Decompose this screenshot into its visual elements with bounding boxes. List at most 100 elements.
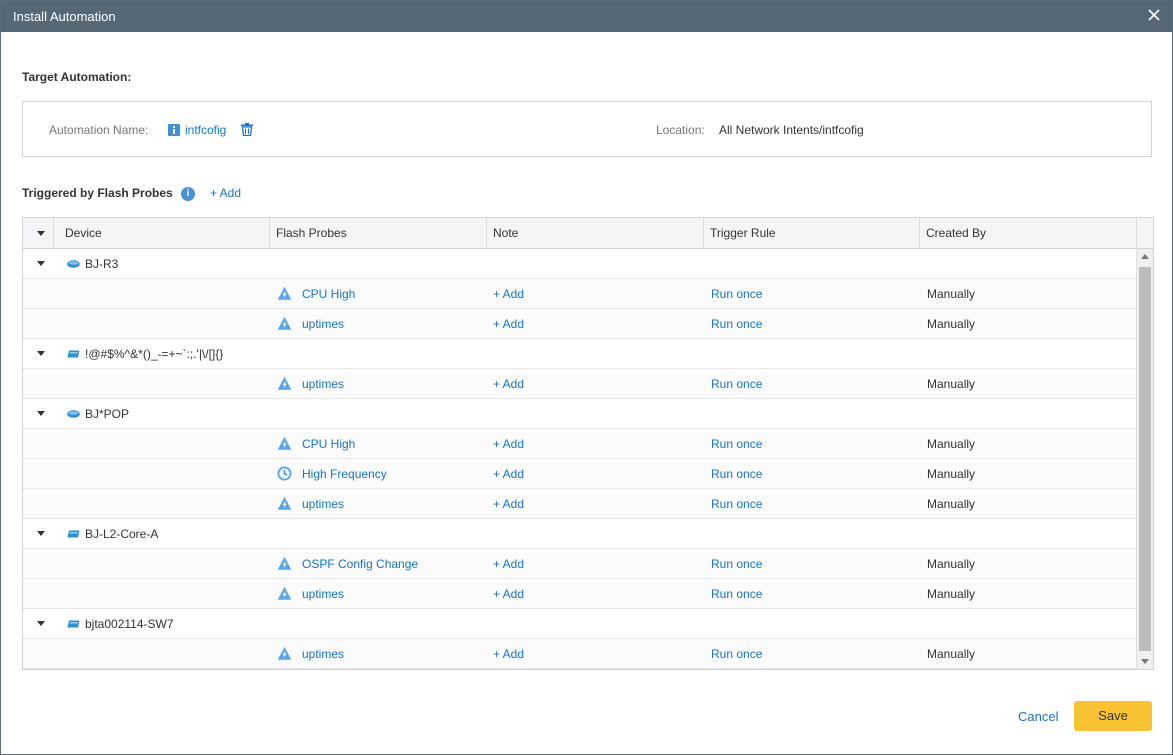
router-icon (67, 260, 80, 268)
caret-down-icon[interactable] (37, 411, 45, 416)
flash-probe-icon (277, 286, 292, 300)
switch-icon (67, 530, 80, 538)
created-by-value: Manually (927, 317, 976, 331)
trigger-rule-link[interactable]: Run once (711, 459, 891, 489)
device-group-row[interactable]: BJ*POP (23, 399, 1137, 429)
target-automation-label: Target Automation: (22, 70, 132, 84)
trigger-rule-link[interactable]: Run once (711, 579, 891, 609)
scroll-up-icon[interactable] (1141, 254, 1149, 259)
created-by-value: Manually (927, 377, 976, 391)
scroll-down-icon[interactable] (1141, 659, 1149, 664)
created-by-value: Manually (927, 587, 976, 601)
trigger-rule-link[interactable]: Run once (711, 489, 891, 519)
grid-rows: BJ-R3 CPU High + Add Run once Manually uptime… (23, 249, 1137, 669)
switch-icon (67, 620, 80, 628)
device-name: bjta002114-SW7 (85, 617, 174, 631)
flash-probe-name-link[interactable]: CPU High (302, 429, 482, 459)
clock-probe-icon (277, 466, 292, 481)
add-flash-probe-link[interactable]: + Add (210, 186, 241, 200)
created-by-value: Manually (927, 557, 976, 571)
flash-probe-row: uptimes + Add Run once Manually (23, 369, 1137, 399)
device-group-row[interactable]: BJ-L2-Core-A (23, 519, 1137, 549)
add-note-link[interactable]: + Add (493, 639, 673, 669)
device-name: BJ-L2-Core-A (85, 527, 159, 541)
flash-probe-icon (277, 556, 292, 570)
column-header-flash-probes[interactable]: Flash Probes (270, 218, 487, 249)
column-header-trigger-rule[interactable]: Trigger Rule (704, 218, 920, 249)
trigger-rule-link[interactable]: Run once (711, 429, 891, 459)
flash-probe-icon (277, 586, 292, 600)
flash-probe-icon (277, 436, 292, 450)
flash-probes-grid: Device Flash Probes Note Trigger Rule Cr… (22, 217, 1154, 670)
automation-name-link[interactable]: intfcofig (185, 123, 226, 137)
close-icon[interactable] (1146, 7, 1162, 23)
add-note-link[interactable]: + Add (493, 549, 673, 579)
flash-probe-row: High Frequency + Add Run once Manually (23, 459, 1137, 489)
flash-probe-icon (277, 376, 292, 390)
device-name: BJ-R3 (85, 257, 119, 271)
flash-probe-name-link[interactable]: CPU High (302, 279, 482, 309)
column-header-created-by[interactable]: Created By (920, 218, 1137, 249)
trash-icon[interactable] (241, 123, 253, 136)
router-icon (67, 410, 80, 418)
caret-down-icon[interactable] (37, 531, 45, 536)
created-by-value: Manually (927, 497, 976, 511)
flash-probe-name-link[interactable]: OSPF Config Change (302, 549, 482, 579)
device-name: !@#$%^&*()_-=+~`:;.'|\/[]{} (85, 347, 224, 361)
info-icon[interactable]: i (181, 187, 195, 201)
automation-name-label: Automation Name: (49, 123, 149, 137)
location-value: All Network Intents/intfcofig (719, 123, 864, 137)
triggered-by-label: Triggered by Flash Probes (22, 186, 173, 200)
device-group-row[interactable]: BJ-R3 (23, 249, 1137, 279)
flash-probe-name-link[interactable]: uptimes (302, 579, 482, 609)
add-note-link[interactable]: + Add (493, 309, 673, 339)
flash-probe-row: CPU High + Add Run once Manually (23, 279, 1137, 309)
trigger-rule-link[interactable]: Run once (711, 639, 891, 669)
flash-probe-row: uptimes + Add Run once Manually (23, 579, 1137, 609)
flash-probe-icon (277, 316, 292, 330)
caret-down-icon[interactable] (37, 351, 45, 356)
add-note-link[interactable]: + Add (493, 579, 673, 609)
trigger-rule-link[interactable]: Run once (711, 309, 891, 339)
switch-icon (67, 350, 80, 358)
add-note-link[interactable]: + Add (493, 459, 673, 489)
flash-probe-row: uptimes + Add Run once Manually (23, 309, 1137, 339)
flash-probe-name-link[interactable]: uptimes (302, 369, 482, 399)
flash-probe-row: OSPF Config Change + Add Run once Manually (23, 549, 1137, 579)
add-note-link[interactable]: + Add (493, 279, 673, 309)
flash-probe-row: uptimes + Add Run once Manually (23, 639, 1137, 669)
save-button[interactable]: Save (1074, 701, 1152, 731)
flash-probe-name-link[interactable]: High Frequency (302, 459, 482, 489)
scrollbar-thumb[interactable] (1139, 267, 1151, 651)
flash-probe-name-link[interactable]: uptimes (302, 309, 482, 339)
add-note-link[interactable]: + Add (493, 369, 673, 399)
grid-scrollbar[interactable] (1136, 249, 1153, 669)
caret-down-icon[interactable] (37, 261, 45, 266)
device-name: BJ*POP (85, 407, 130, 421)
column-header-note[interactable]: Note (487, 218, 704, 249)
caret-down-icon[interactable] (37, 621, 45, 626)
add-note-link[interactable]: + Add (493, 429, 673, 459)
flash-probe-name-link[interactable]: uptimes (302, 639, 482, 669)
created-by-value: Manually (927, 287, 976, 301)
dialog-title: Install Automation (13, 9, 116, 24)
cancel-button[interactable]: Cancel (1018, 709, 1058, 724)
add-note-link[interactable]: + Add (493, 489, 673, 519)
device-group-row[interactable]: !@#$%^&*()_-=+~`:;.'|\/[]{} (23, 339, 1137, 369)
target-automation-box: Automation Name: intfcofig Location: All… (22, 101, 1152, 157)
grid-header: Device Flash Probes Note Trigger Rule Cr… (23, 218, 1153, 249)
device-group-row[interactable]: bjta002114-SW7 (23, 609, 1137, 639)
dialog-titlebar: Install Automation (1, 1, 1172, 32)
column-header-device[interactable]: Device (54, 218, 270, 249)
trigger-rule-link[interactable]: Run once (711, 279, 891, 309)
created-by-value: Manually (927, 467, 976, 481)
flash-probe-row: CPU High + Add Run once Manually (23, 429, 1137, 459)
trigger-rule-link[interactable]: Run once (711, 369, 891, 399)
collapse-all-toggle[interactable] (23, 218, 54, 249)
created-by-value: Manually (927, 437, 976, 451)
automation-file-icon (168, 124, 180, 136)
trigger-rule-link[interactable]: Run once (711, 549, 891, 579)
flash-probe-name-link[interactable]: uptimes (302, 489, 482, 519)
flash-probe-icon (277, 646, 292, 660)
caret-down-icon (37, 231, 45, 236)
